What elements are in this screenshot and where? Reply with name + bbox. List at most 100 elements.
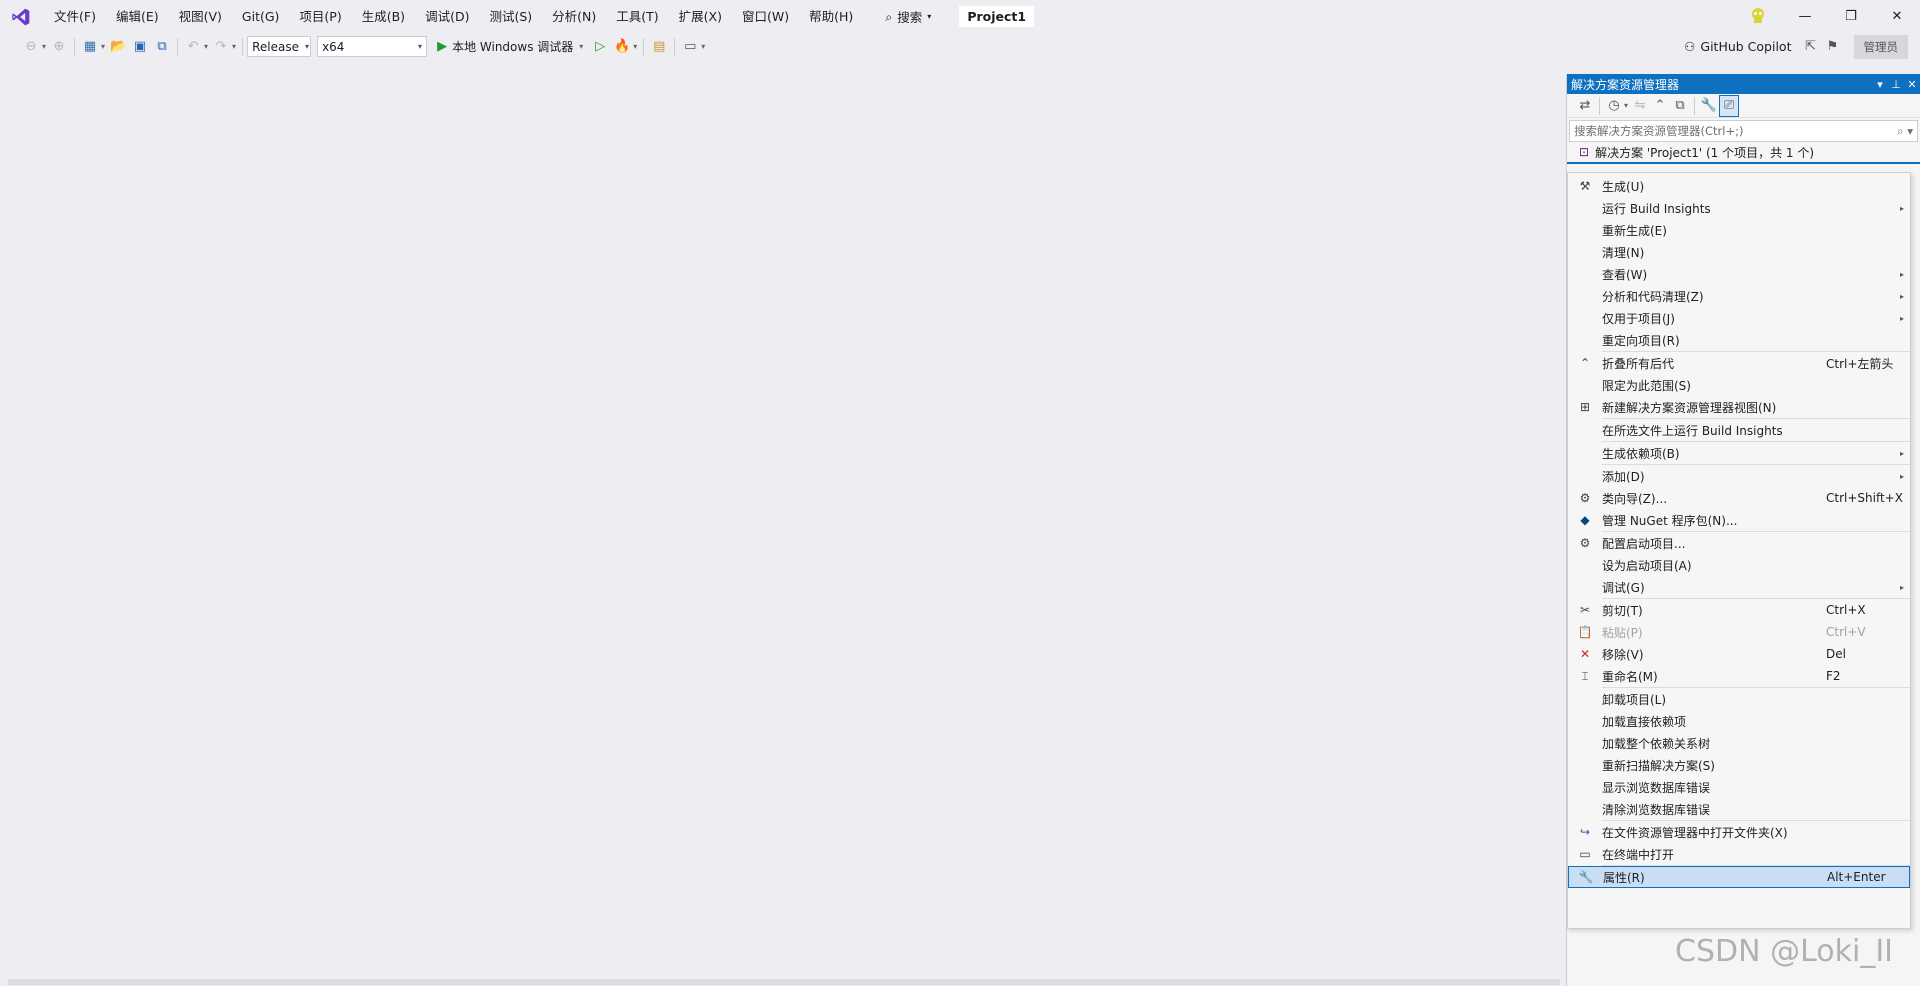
forward-icon[interactable]: ⊕ [48,36,70,58]
redo-icon[interactable]: ↷ [210,36,232,58]
preview-selected-icon[interactable]: ⎚ [1719,94,1740,117]
share-icon[interactable]: ⇱ [1800,36,1822,58]
collapse-all-icon[interactable]: ⌃ [1650,95,1670,117]
context-menu-item[interactable]: 加载整个依赖关系树 [1568,732,1910,754]
menu-item[interactable]: 编辑(E) [106,0,169,33]
context-menu-item[interactable]: ✕ 移除(V) Del [1568,643,1910,665]
new-dropdown-icon[interactable]: ▾ [101,42,105,51]
context-menu-item[interactable]: 限定为此范围(S) [1568,374,1910,396]
open-file-icon[interactable]: 📂 [107,36,129,58]
feedback-icon[interactable]: ⚑ [1822,36,1844,58]
submenu-arrow-icon: ▸ [1899,291,1904,301]
chevron-down-icon[interactable]: ▾ [579,42,583,51]
context-menu-item[interactable]: ↪ 在文件资源管理器中打开文件夹(X) [1568,821,1910,843]
github-copilot-button[interactable]: ⚇ GitHub Copilot [1684,39,1791,54]
configuration-dropdown[interactable]: Release ▾ [247,36,312,57]
context-menu-item[interactable]: ⌶ 重命名(M) F2 [1568,665,1910,687]
close-button[interactable]: ✕ [1874,0,1920,33]
toolbar-separator [74,37,76,56]
context-menu-item[interactable]: ✂ 剪切(T) Ctrl+X [1568,599,1910,621]
context-menu-item[interactable]: 重新生成(E) [1568,219,1910,241]
visual-studio-logo-icon[interactable] [10,7,32,27]
back-dropdown-icon[interactable]: ▾ [42,42,46,51]
show-all-files-icon[interactable]: ⧉ [1670,95,1690,117]
back-icon[interactable]: ⊖ [20,36,42,58]
menu-item[interactable]: 扩展(X) [669,0,732,33]
new-project-icon[interactable]: ▦ [79,36,101,58]
context-menu-item[interactable]: 加载直接依赖项 [1568,710,1910,732]
solution-root-node[interactable]: ⊡ 解决方案 'Project1' (1 个项目，共 1 个) [1567,142,1920,164]
chevron-down-icon: ▾ [304,42,309,51]
context-menu-item[interactable]: 设为启动项目(A) [1568,554,1910,576]
undo-dropdown-icon[interactable]: ▾ [204,42,208,51]
menu-item[interactable]: 视图(V) [169,0,232,33]
undo-icon[interactable]: ↶ [182,36,204,58]
redo-dropdown-icon[interactable]: ▾ [232,42,236,51]
hot-reload-icon[interactable]: 🔥 [611,36,633,58]
menu-item-label: 剪切(T) [1602,603,1643,618]
menu-item[interactable]: 工具(T) [606,0,668,33]
platform-dropdown[interactable]: x64 ▾ [317,36,428,57]
search-label: 搜索 [897,10,923,25]
menu-item-label: 显示浏览数据库错误 [1602,780,1711,795]
browse-folder-icon[interactable]: ▤ [648,36,670,58]
restore-button[interactable]: ❐ [1828,0,1874,33]
context-menu-item[interactable]: 清理(N) [1568,241,1910,263]
search-button[interactable]: ⌕ 搜索 ▾ [877,7,939,26]
context-menu-item[interactable]: ⚙ 配置启动项目... [1568,532,1910,554]
menu-item[interactable]: 测试(S) [479,0,542,33]
copilot-status-icon[interactable] [1748,6,1768,26]
context-menu-item[interactable]: ⌃ 折叠所有后代 Ctrl+左箭头 [1568,352,1910,374]
menu-item-label: 设为启动项目(A) [1602,558,1692,573]
menu-item[interactable]: 调试(D) [415,0,479,33]
filter-dropdown-icon[interactable]: ▾ [1624,101,1628,110]
layout-icon[interactable]: ▭ [679,36,701,58]
pending-changes-filter-icon[interactable]: ◷ [1604,95,1624,117]
menu-item[interactable]: 分析(N) [542,0,606,33]
menu-item-label: 生成依赖项(B) [1602,446,1680,461]
context-menu-item[interactable]: 分析和代码清理(Z) ▸ [1568,285,1910,307]
configuration-value: Release [252,39,299,54]
context-menu-item[interactable]: 在所选文件上运行 Build Insights [1568,419,1910,441]
menu-item[interactable]: 生成(B) [352,0,415,33]
save-all-icon[interactable]: ⧉ [151,36,173,58]
context-menu-item[interactable]: 重新扫描解决方案(S) [1568,754,1910,776]
start-without-debugging-icon[interactable]: ▷ [589,36,611,58]
solution-search-input[interactable]: 搜索解决方案资源管理器(Ctrl+;) ⌕ ▾ [1569,120,1918,142]
context-menu-item[interactable]: 生成依赖项(B) ▸ [1568,442,1910,464]
context-menu-item[interactable]: ⊞ 新建解决方案资源管理器视图(N) [1568,396,1910,418]
context-menu-item[interactable]: ◆ 管理 NuGet 程序包(N)... [1568,509,1910,531]
menu-item[interactable]: 项目(P) [289,0,351,33]
menu-item[interactable]: 帮助(H) [799,0,863,33]
context-menu-item[interactable]: ⚙ 类向导(Z)... Ctrl+Shift+X [1568,487,1910,509]
context-menu-item[interactable]: 清除浏览数据库错误 [1568,798,1910,820]
hot-reload-dropdown-icon[interactable]: ▾ [633,42,637,51]
context-menu-item[interactable]: 查看(W) ▸ [1568,263,1910,285]
properties-wrench-icon[interactable]: 🔧 [1699,95,1719,117]
context-menu-item[interactable]: 🔧 属性(R) Alt+Enter [1568,866,1910,888]
toolbar-separator [1694,96,1696,115]
pin-icon[interactable]: ⊥ [1888,78,1904,91]
minimize-button[interactable]: — [1782,0,1828,33]
save-icon[interactable]: ▣ [129,36,151,58]
sync-icon[interactable]: ⇋ [1630,95,1650,117]
context-menu-item[interactable]: 仅用于项目(J) ▸ [1568,307,1910,329]
context-menu-item[interactable]: 添加(D) ▸ [1568,465,1910,487]
context-menu-item[interactable]: 卸载项目(L) [1568,688,1910,710]
toolbar-options-icon[interactable]: ▾ [701,42,705,51]
switch-views-icon[interactable]: ⇄ [1575,95,1595,117]
start-debugging-button[interactable]: ▶ 本地 Windows 调试器 ▾ [437,38,585,55]
menu-item[interactable]: 窗口(W) [732,0,799,33]
menu-item[interactable]: Git(G) [232,0,290,33]
context-menu-item[interactable]: 运行 Build Insights ▸ [1568,197,1910,219]
context-menu-item[interactable]: 调试(G) ▸ [1568,576,1910,598]
close-icon[interactable]: ✕ [1904,78,1920,91]
platform-value: x64 [322,39,345,54]
context-menu-item[interactable]: 重定向项目(R) [1568,329,1910,351]
context-menu-item[interactable]: ⚒ 生成(U) [1568,175,1910,197]
menu-item[interactable]: 文件(F) [44,0,106,33]
context-menu-item[interactable]: 显示浏览数据库错误 [1568,776,1910,798]
context-menu-item[interactable]: ▭ 在终端中打开 [1568,843,1910,865]
horizontal-scrollbar[interactable] [8,979,1560,985]
window-position-icon[interactable]: ▾ [1872,78,1888,91]
